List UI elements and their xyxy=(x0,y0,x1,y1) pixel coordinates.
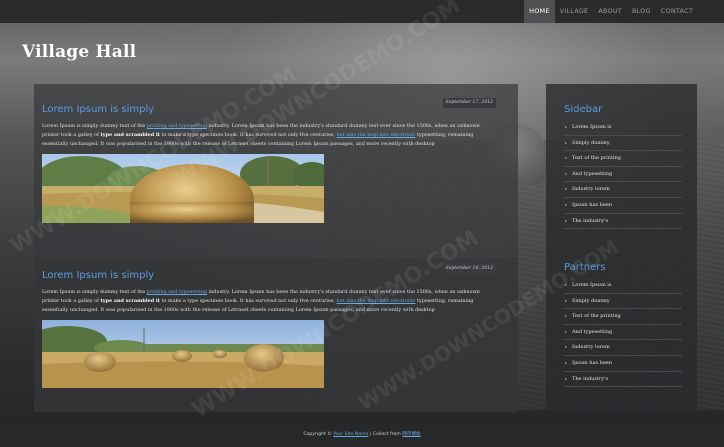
partners-list: ▸ Lorem Ipsum is ▸ Simply dummy ▸ Test of t… xyxy=(564,278,682,388)
nav-blog[interactable]: BLOG xyxy=(627,0,656,23)
bullet-arrow-icon: ▸ xyxy=(565,170,568,176)
sidebar-item[interactable]: ▸ And typesetting xyxy=(564,167,682,183)
bullet-arrow-icon: ▸ xyxy=(565,124,568,129)
post-date: September 17, 2012 xyxy=(442,98,496,108)
top-navigation-bar: HOME VILLAGE ABOUT BLOG CONTACT xyxy=(0,0,724,23)
bullet-arrow-icon: ▸ xyxy=(565,375,568,381)
footer-site-link[interactable]: Your Site Name xyxy=(333,432,368,437)
sidebar-item[interactable]: ▸ Industry lorem xyxy=(564,182,682,198)
nav-contact[interactable]: CONTACT xyxy=(656,0,698,23)
footer: Copyright © Your Site Name | Collect fro… xyxy=(0,423,724,447)
bullet-arrow-icon: ▸ xyxy=(565,186,568,192)
partner-item[interactable]: ▸ Simply dummy xyxy=(564,294,682,310)
nav-village[interactable]: VILLAGE xyxy=(555,0,594,23)
partner-item[interactable]: ▸ Ipsum has been xyxy=(564,356,682,372)
sidebar-item[interactable]: ▸ Text of the printing xyxy=(564,151,682,167)
bullet-arrow-icon: ▸ xyxy=(565,344,568,350)
sidebar-item[interactable]: ▸ Ipsum has been xyxy=(564,198,682,214)
bullet-arrow-icon: ▸ xyxy=(565,359,568,365)
partner-item[interactable]: ▸ Industry lorem xyxy=(564,340,682,356)
nav-about[interactable]: ABOUT xyxy=(593,0,627,23)
post-body: Lorem Ipsum is simply dummy text of the … xyxy=(42,289,480,313)
main-nav: HOME VILLAGE ABOUT BLOG CONTACT xyxy=(524,0,698,23)
footer-template-link[interactable]: 网页模板 xyxy=(402,432,420,437)
sidebar-item[interactable]: ▸ Simply dummy xyxy=(564,136,682,152)
partner-item[interactable]: ▸ And typesetting xyxy=(564,325,682,341)
post-link[interactable]: printing and typesetting xyxy=(147,289,207,295)
bullet-arrow-icon: ▸ xyxy=(565,139,568,145)
post-title[interactable]: Lorem Ipsum is simply xyxy=(42,104,154,115)
bullet-arrow-icon: ▸ xyxy=(565,201,568,207)
site-title[interactable]: Village Hall xyxy=(22,42,136,62)
sidebar-item[interactable]: ▸ Lorem Ipsum is xyxy=(564,120,682,136)
sidebar-item[interactable]: ▸ The industry's xyxy=(564,214,682,230)
bullet-arrow-icon: ▸ xyxy=(565,297,568,303)
post-link[interactable]: but also the leap into electronic xyxy=(337,132,416,138)
bullet-arrow-icon: ▸ xyxy=(565,313,568,319)
partner-item[interactable]: ▸ Test of the printing xyxy=(564,309,682,325)
nav-home[interactable]: HOME xyxy=(524,0,555,23)
sidebar-list: ▸ Lorem Ipsum is ▸ Simply dummy ▸ Text of t… xyxy=(564,120,682,230)
sidebar: Sidebar ▸ Lorem Ipsum is ▸ Simply dummy ▸ T… xyxy=(546,84,697,412)
post-title[interactable]: Lorem Ipsum is simply xyxy=(42,270,154,281)
bullet-arrow-icon: ▸ xyxy=(565,217,568,223)
sidebar-title: Sidebar xyxy=(564,104,603,115)
bullet-arrow-icon: ▸ xyxy=(565,155,568,161)
bullet-arrow-icon: ▸ xyxy=(565,328,568,334)
partner-item[interactable]: ▸ The industry's xyxy=(564,372,682,388)
